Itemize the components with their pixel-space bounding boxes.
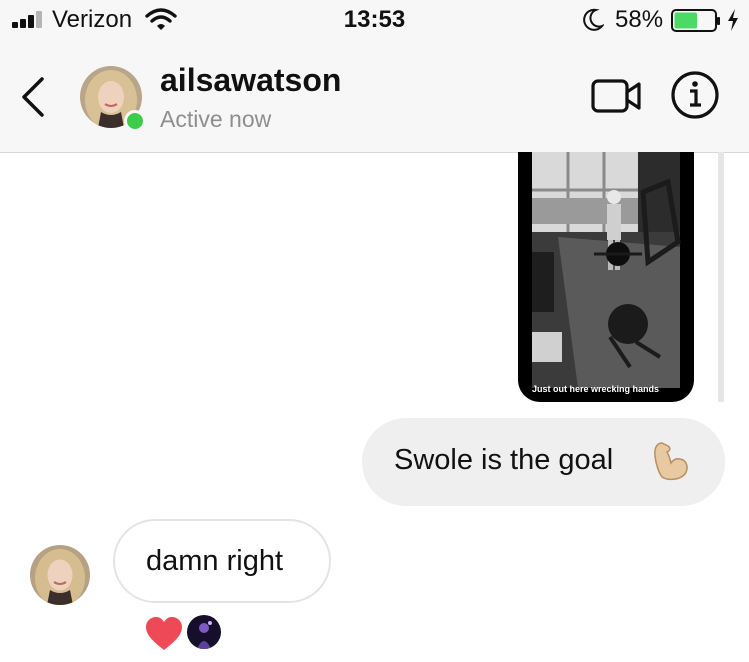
- charging-bolt-icon: [728, 9, 738, 31]
- video-camera-icon[interactable]: [590, 74, 644, 118]
- back-icon[interactable]: [14, 74, 54, 120]
- sent-message-text: Swole is the goal: [394, 444, 614, 476]
- battery-icon: [671, 9, 720, 32]
- received-message-text: damn right: [146, 545, 284, 577]
- heart-icon: [146, 617, 182, 650]
- message-reactions[interactable]: [145, 613, 225, 653]
- gym-photo: [532, 152, 681, 388]
- online-indicator: [124, 110, 146, 132]
- flexed-biceps-icon: [654, 442, 688, 481]
- reactor-avatar: [187, 615, 221, 649]
- status-bar: Verizon 13:53 58%: [0, 0, 749, 40]
- received-message-bubble[interactable]: damn right: [113, 519, 331, 603]
- info-icon[interactable]: [670, 70, 720, 120]
- active-status: Active now: [160, 106, 272, 132]
- shared-story-media[interactable]: Just out here wrecking hands: [518, 152, 694, 402]
- chat-username[interactable]: ailsawatson: [160, 62, 341, 99]
- sender-avatar[interactable]: [30, 545, 90, 605]
- moon-icon: [583, 8, 604, 31]
- chat-header: ailsawatson Active now: [0, 40, 749, 153]
- story-caption: Just out here wrecking hands: [532, 384, 660, 394]
- sent-message-bubble[interactable]: Swole is the goal: [362, 418, 725, 506]
- battery-percentage: 58%: [615, 6, 664, 33]
- media-scroll-track: [718, 152, 724, 402]
